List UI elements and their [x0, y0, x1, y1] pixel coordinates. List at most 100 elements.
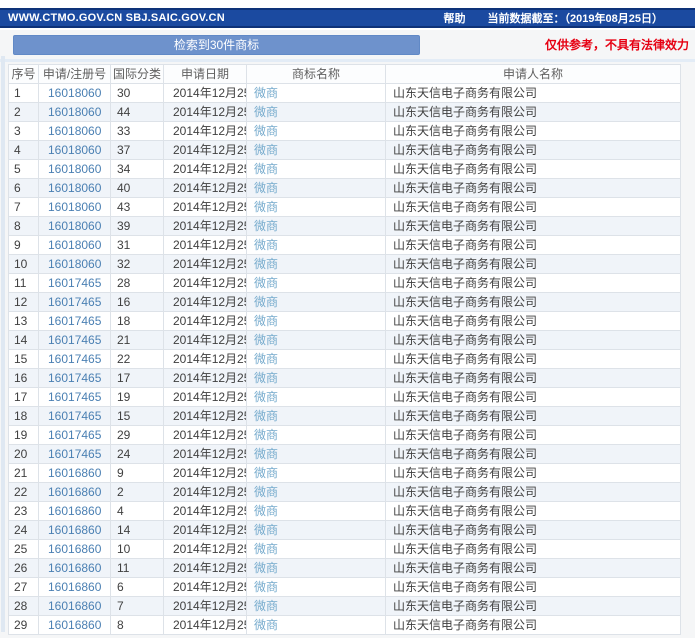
- trademark-name-link[interactable]: 微商: [254, 181, 278, 195]
- trademark-name-link[interactable]: 微商: [254, 409, 278, 423]
- registration-number-link[interactable]: 16017465: [48, 314, 101, 328]
- registration-number-link[interactable]: 16017465: [48, 333, 101, 347]
- trademark-name-link[interactable]: 微商: [254, 333, 278, 347]
- registration-number-link[interactable]: 16016860: [48, 618, 101, 632]
- intl-class: 31: [111, 236, 164, 255]
- trademark-name-link[interactable]: 微商: [254, 352, 278, 366]
- registration-number-link[interactable]: 16018060: [48, 200, 101, 214]
- registration-number-link-cell: 16017465: [39, 274, 111, 293]
- registration-number-link[interactable]: 16016860: [48, 561, 101, 575]
- registration-number-link-cell: 16018060: [39, 103, 111, 122]
- registration-number-link[interactable]: 16017465: [48, 352, 101, 366]
- registration-number-link[interactable]: 16018060: [48, 143, 101, 157]
- applicant-name: 山东天信电子商务有限公司: [386, 236, 681, 255]
- registration-number-link[interactable]: 16016860: [48, 523, 101, 537]
- trademark-name-link[interactable]: 微商: [254, 466, 278, 480]
- application-date: 2014年12月25日: [164, 407, 247, 426]
- registration-number-link[interactable]: 16016860: [48, 466, 101, 480]
- trademark-name-link[interactable]: 微商: [254, 124, 278, 138]
- trademark-name-link[interactable]: 微商: [254, 599, 278, 613]
- registration-number-link-cell: 16018060: [39, 217, 111, 236]
- trademark-name-link[interactable]: 微商: [254, 295, 278, 309]
- trademark-name-link[interactable]: 微商: [254, 219, 278, 233]
- application-date: 2014年12月25日: [164, 84, 247, 103]
- trademark-name-link[interactable]: 微商: [254, 580, 278, 594]
- registration-number-link[interactable]: 16017465: [48, 276, 101, 290]
- registration-number-link[interactable]: 16018060: [48, 219, 101, 233]
- registration-number-link-cell: 16016860: [39, 521, 111, 540]
- registration-number-link[interactable]: 16016860: [48, 599, 101, 613]
- trademark-name-link[interactable]: 微商: [254, 561, 278, 575]
- application-date: 2014年12月25日: [164, 464, 247, 483]
- table-row: 1116017465282014年12月25日微商山东天信电子商务有限公司: [9, 274, 681, 293]
- site-domain-text: WWW.CTMO.GOV.CN SBJ.SAIC.GOV.CN: [8, 12, 225, 24]
- intl-class: 6: [111, 578, 164, 597]
- trademark-name-link[interactable]: 微商: [254, 371, 278, 385]
- registration-number-link[interactable]: 16016860: [48, 542, 101, 556]
- registration-number-link[interactable]: 16018060: [48, 124, 101, 138]
- row-seq: 24: [9, 521, 39, 540]
- trademark-name-link-cell: 微商: [247, 217, 386, 236]
- registration-number-link[interactable]: 16016860: [48, 580, 101, 594]
- registration-number-link-cell: 16017465: [39, 445, 111, 464]
- table-row: 816018060392014年12月25日微商山东天信电子商务有限公司: [9, 217, 681, 236]
- trademark-name-link[interactable]: 微商: [254, 276, 278, 290]
- trademark-name-link[interactable]: 微商: [254, 447, 278, 461]
- registration-number-link-cell: 16016860: [39, 578, 111, 597]
- help-link[interactable]: 帮助: [444, 10, 466, 26]
- application-date: 2014年12月25日: [164, 293, 247, 312]
- registration-number-link[interactable]: 16018060: [48, 86, 101, 100]
- trademark-name-link[interactable]: 微商: [254, 314, 278, 328]
- registration-number-link-cell: 16017465: [39, 426, 111, 445]
- trademark-name-link-cell: 微商: [247, 160, 386, 179]
- registration-number-link[interactable]: 16016860: [48, 485, 101, 499]
- trademark-name-link[interactable]: 微商: [254, 105, 278, 119]
- registration-number-link[interactable]: 16018060: [48, 257, 101, 271]
- application-date: 2014年12月25日: [164, 312, 247, 331]
- trademark-name-link[interactable]: 微商: [254, 428, 278, 442]
- trademark-name-link-cell: 微商: [247, 426, 386, 445]
- applicant-name: 山东天信电子商务有限公司: [386, 160, 681, 179]
- trademark-name-link[interactable]: 微商: [254, 542, 278, 556]
- trademark-name-link[interactable]: 微商: [254, 238, 278, 252]
- table-row: 1016018060322014年12月25日微商山东天信电子商务有限公司: [9, 255, 681, 274]
- trademark-name-link[interactable]: 微商: [254, 162, 278, 176]
- trademark-name-link[interactable]: 微商: [254, 86, 278, 100]
- row-seq: 17: [9, 388, 39, 407]
- registration-number-link-cell: 16018060: [39, 198, 111, 217]
- registration-number-link[interactable]: 16017465: [48, 428, 101, 442]
- trademark-name-link[interactable]: 微商: [254, 485, 278, 499]
- application-date: 2014年12月25日: [164, 160, 247, 179]
- registration-number-link[interactable]: 16016860: [48, 504, 101, 518]
- trademark-name-link[interactable]: 微商: [254, 504, 278, 518]
- intl-class: 29: [111, 426, 164, 445]
- trademark-name-link[interactable]: 微商: [254, 143, 278, 157]
- table-row: 1216017465162014年12月25日微商山东天信电子商务有限公司: [9, 293, 681, 312]
- table-row: 2416016860142014年12月25日微商山东天信电子商务有限公司: [9, 521, 681, 540]
- registration-number-link[interactable]: 16017465: [48, 295, 101, 309]
- registration-number-link[interactable]: 16018060: [48, 162, 101, 176]
- intl-class: 39: [111, 217, 164, 236]
- registration-number-link[interactable]: 16017465: [48, 447, 101, 461]
- applicant-name: 山东天信电子商务有限公司: [386, 141, 681, 160]
- registration-number-link-cell: 16018060: [39, 122, 111, 141]
- applicant-name: 山东天信电子商务有限公司: [386, 255, 681, 274]
- registration-number-link[interactable]: 16018060: [48, 181, 101, 195]
- registration-number-link[interactable]: 16017465: [48, 371, 101, 385]
- trademark-name-link-cell: 微商: [247, 274, 386, 293]
- trademark-name-link[interactable]: 微商: [254, 523, 278, 537]
- trademark-name-link[interactable]: 微商: [254, 618, 278, 632]
- table-row: 1516017465222014年12月25日微商山东天信电子商务有限公司: [9, 350, 681, 369]
- registration-number-link[interactable]: 16017465: [48, 390, 101, 404]
- trademark-name-link[interactable]: 微商: [254, 257, 278, 271]
- trademark-name-link-cell: 微商: [247, 559, 386, 578]
- registration-number-link-cell: 16016860: [39, 502, 111, 521]
- row-seq: 12: [9, 293, 39, 312]
- registration-number-link[interactable]: 16018060: [48, 238, 101, 252]
- trademark-name-link[interactable]: 微商: [254, 390, 278, 404]
- registration-number-link[interactable]: 16018060: [48, 105, 101, 119]
- registration-number-link[interactable]: 16017465: [48, 409, 101, 423]
- intl-class: 24: [111, 445, 164, 464]
- registration-number-link-cell: 16016860: [39, 559, 111, 578]
- trademark-name-link[interactable]: 微商: [254, 200, 278, 214]
